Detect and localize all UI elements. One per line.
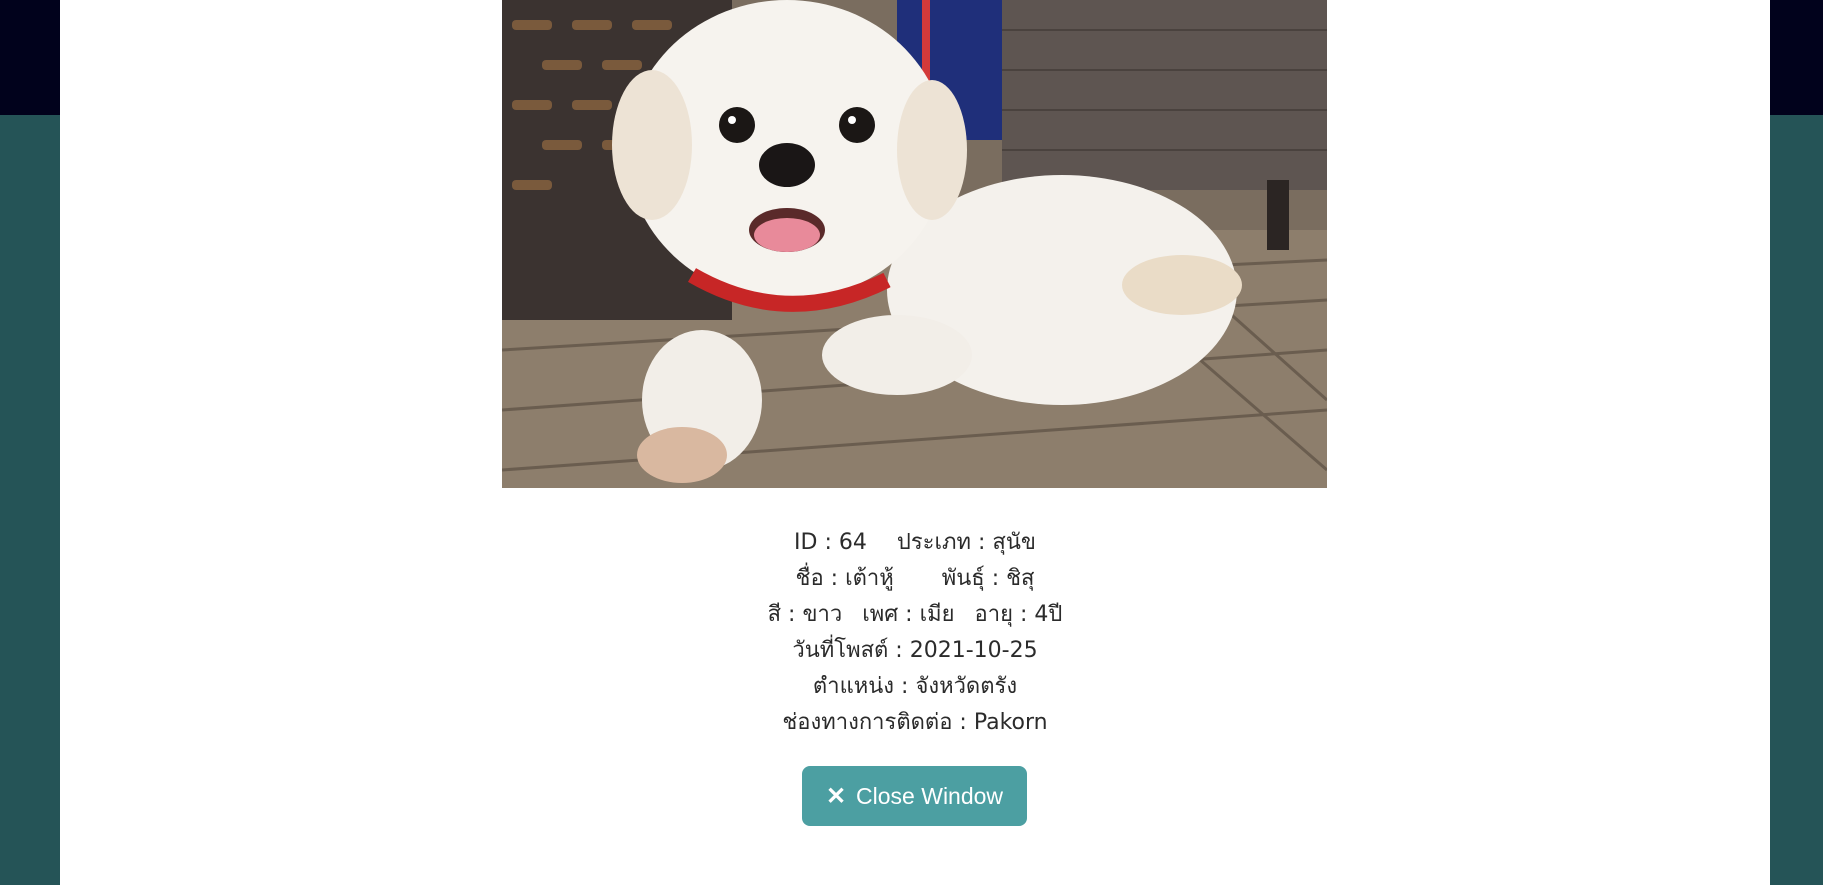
contact-value: Pakorn <box>973 710 1048 735</box>
info-line-id-type: ID : 64 ประเภท : สุนัข <box>60 525 1770 561</box>
pet-photo <box>502 0 1327 488</box>
name-value: เต้าหู้ <box>845 566 894 591</box>
info-line-contact: ช่องทางการติดต่อ : Pakorn <box>60 705 1770 741</box>
contact-label: ช่องทางการติดต่อ : <box>782 710 967 735</box>
info-line-location: ตำแหน่ง : จังหวัดตรัง <box>60 669 1770 705</box>
location-value: จังหวัดตรัง <box>915 674 1018 699</box>
breed-value: ชิสุ <box>1006 566 1035 591</box>
pet-detail-modal: ID : 64 ประเภท : สุนัข ชื่อ : เต้าหู้ พันธ… <box>60 0 1770 885</box>
age-value: 4ปี <box>1034 602 1063 627</box>
post-date-value: 2021-10-25 <box>909 638 1038 663</box>
post-date-label: วันที่โพสต์ : <box>792 638 903 663</box>
name-label: ชื่อ : <box>795 566 839 591</box>
info-line-color-sex-age: สี : ขาว เพศ : เมีย อายุ : 4ปี <box>60 597 1770 633</box>
close-window-button[interactable]: ✕ Close Window <box>802 766 1027 826</box>
color-label: สี : <box>767 602 796 627</box>
sex-value: เมีย <box>919 602 955 627</box>
pet-info-block: ID : 64 ประเภท : สุนัข ชื่อ : เต้าหู้ พันธ… <box>60 525 1770 741</box>
close-window-label: Close Window <box>856 782 1004 809</box>
age-label: อายุ : <box>974 602 1028 627</box>
info-line-name-breed: ชื่อ : เต้าหู้ พันธุ์ : ชิสุ <box>60 561 1770 597</box>
location-label: ตำแหน่ง : <box>812 674 909 699</box>
sex-label: เพศ : <box>862 602 913 627</box>
type-label: ประเภท : <box>896 530 986 555</box>
type-value: สุนัข <box>992 530 1036 555</box>
id-label: ID : <box>794 530 832 555</box>
id-value: 64 <box>838 530 867 555</box>
breed-label: พันธุ์ : <box>941 566 1000 591</box>
info-line-post-date: วันที่โพสต์ : 2021-10-25 <box>60 633 1770 669</box>
color-value: ขาว <box>802 602 843 627</box>
close-icon: ✕ <box>825 782 847 810</box>
